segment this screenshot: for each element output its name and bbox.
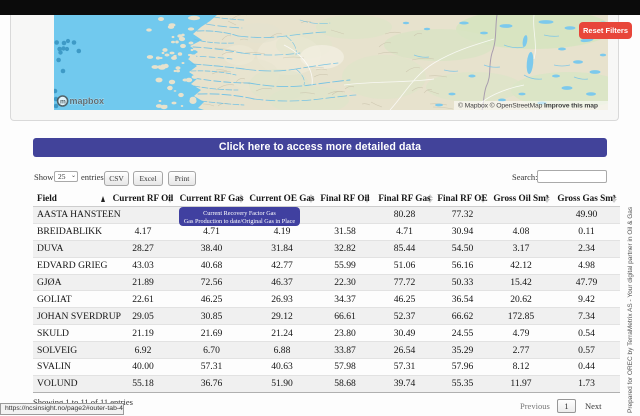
svg-text:mapbox: mapbox — [70, 96, 105, 106]
svg-text:© Mapbox © OpenStreetMap Impro: © Mapbox © OpenStreetMap Improve this ma… — [458, 102, 598, 110]
svg-text:m: m — [60, 99, 66, 106]
